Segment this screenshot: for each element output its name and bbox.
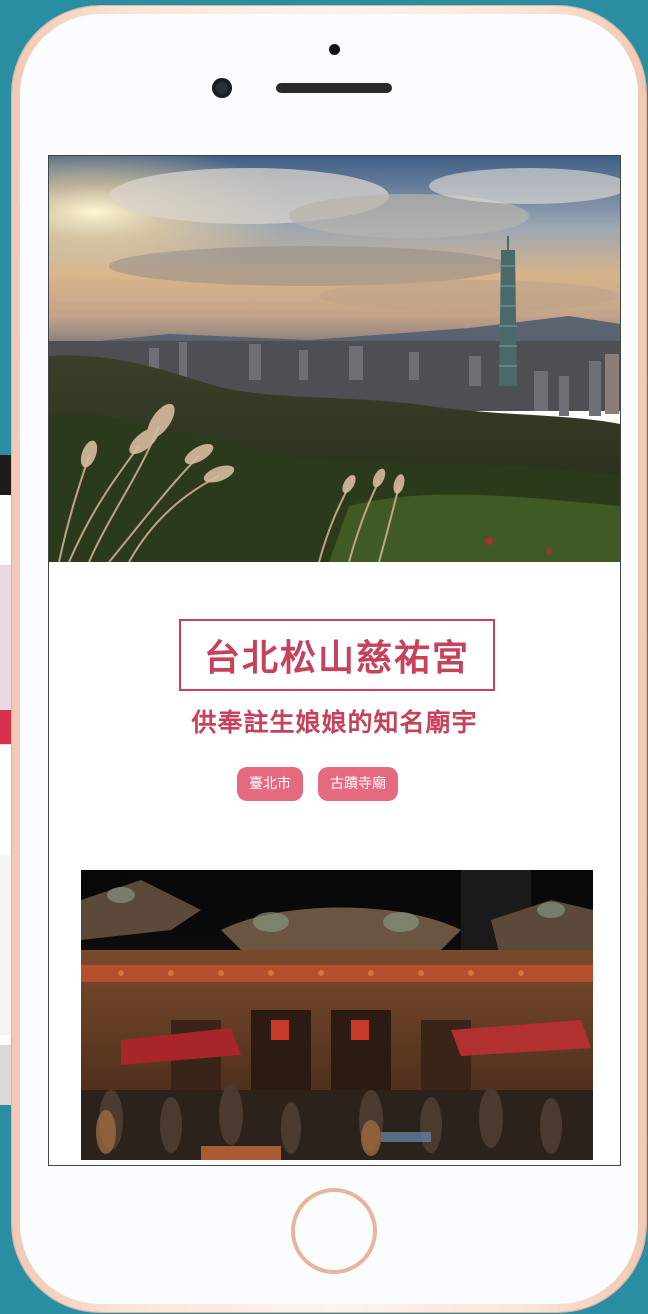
earpiece-speaker: [276, 83, 392, 93]
tag-category[interactable]: 古蹟寺廟: [318, 767, 398, 801]
phone-screen[interactable]: 台北松山慈祐宮 供奉註生娘娘的知名廟宇 臺北市 古蹟寺廟: [48, 155, 621, 1166]
tag-list: 臺北市 古蹟寺廟: [237, 767, 398, 801]
front-camera-icon: [212, 78, 232, 98]
temple-image: [81, 870, 593, 1160]
hero-image: [49, 156, 620, 562]
page-title: 台北松山慈祐宮: [179, 619, 495, 691]
temple-night-illustration: [81, 870, 593, 1160]
proximity-sensor: [329, 44, 340, 55]
tag-city[interactable]: 臺北市: [237, 767, 303, 801]
home-button[interactable]: [291, 1188, 377, 1274]
page-subtitle: 供奉註生娘娘的知名廟宇: [191, 708, 478, 737]
taipei-skyline-illustration: [49, 156, 620, 562]
